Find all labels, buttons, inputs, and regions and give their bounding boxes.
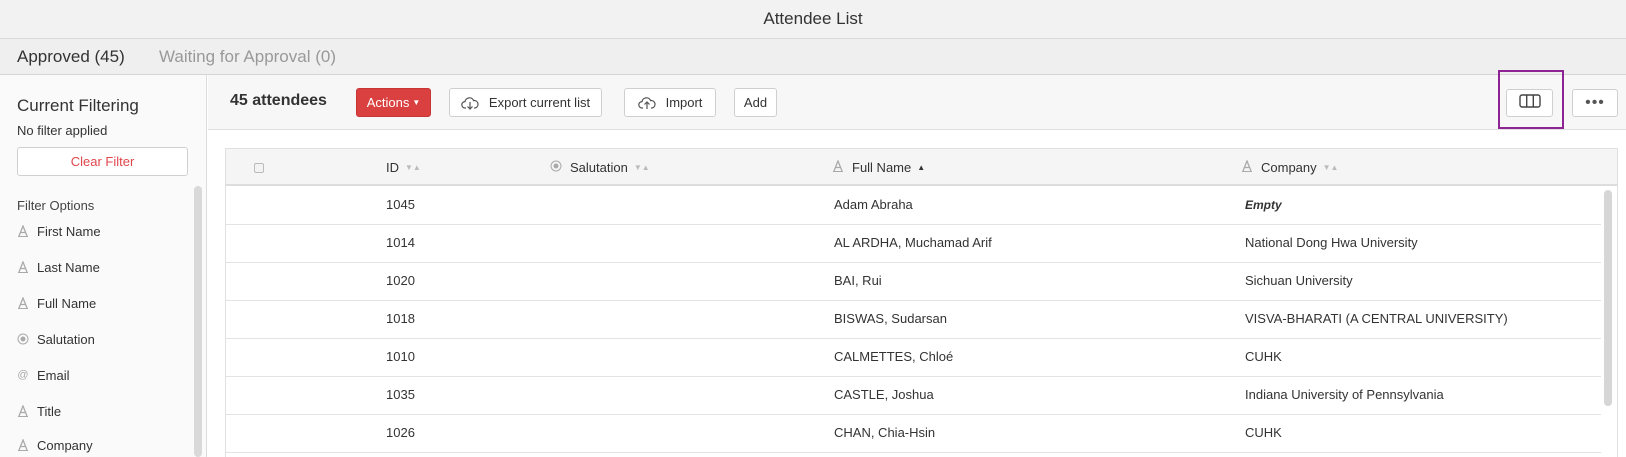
tab-bar: Approved (45) Waiting for Approval (0) [0, 39, 1626, 75]
cell-id: 1026 [386, 425, 415, 440]
table-row[interactable]: 1020 BAI, Rui Sichuan University [226, 263, 1601, 301]
attendee-count: 45 attendees [230, 92, 327, 109]
cell-company: National Dong Hwa University [1245, 235, 1418, 250]
import-button[interactable]: Import [624, 88, 716, 117]
filter-label: Last Name [37, 259, 100, 275]
table-header: ID ▼▲ Salutation ▼▲ Full Name ▲ Company … [226, 149, 1617, 186]
filter-title[interactable]: Title [17, 401, 61, 421]
text-icon [17, 297, 29, 309]
cell-full-name: CHAN, Chia-Hsin [834, 425, 936, 440]
cell-full-name: BAI, Rui [834, 273, 882, 288]
table-row[interactable]: 1045 Adam Abraha Empty [226, 187, 1601, 225]
title-bar: Attendee List [0, 0, 1626, 39]
at-icon: @ [17, 369, 29, 381]
text-icon [832, 159, 844, 175]
filter-label: Title [37, 403, 62, 419]
sort-icon: ▼▲ [1322, 163, 1339, 172]
list-toolbar: 45 attendees Actions ▼ Export current li… [208, 70, 1626, 130]
attendee-table: ID ▼▲ Salutation ▼▲ Full Name ▲ Company … [225, 148, 1618, 457]
filter-label: First Name [37, 223, 101, 239]
column-header-full-name[interactable]: Full Name ▲ [832, 149, 925, 186]
columns-button[interactable] [1506, 89, 1553, 117]
columns-icon [1518, 93, 1541, 113]
actions-button[interactable]: Actions ▼ [356, 88, 431, 117]
cloud-upload-icon [637, 96, 656, 110]
column-label: Salutation [570, 160, 628, 175]
cell-id: 1035 [386, 387, 415, 402]
cell-full-name: CASTLE, Joshua [834, 387, 934, 402]
text-icon [1241, 159, 1253, 175]
checkbox-icon [254, 162, 264, 173]
cell-id: 1045 [386, 197, 415, 212]
cell-id: 1020 [386, 273, 415, 288]
cell-company: CUHK [1245, 349, 1282, 364]
table-row[interactable]: 1010 CALMETTES, Chloé CUHK [226, 339, 1601, 377]
sort-ascending-icon: ▲ [917, 163, 926, 172]
cell-full-name: BISWAS, Sudarsan [834, 311, 947, 326]
caret-down-icon: ▼ [412, 98, 421, 107]
column-header-salutation[interactable]: Salutation ▼▲ [550, 149, 650, 186]
filter-label: Salutation [37, 331, 95, 347]
filter-sidebar: Current Filtering No filter applied Clea… [0, 75, 207, 457]
sort-icon: ▼▲ [405, 163, 421, 172]
text-icon [17, 225, 29, 237]
column-label: Company [1261, 160, 1317, 175]
text-icon [17, 439, 29, 451]
filter-company[interactable]: Company [17, 435, 93, 455]
export-current-list-button[interactable]: Export current list [449, 88, 602, 117]
tab-waiting-for-approval[interactable]: Waiting for Approval (0) [159, 39, 336, 75]
filter-last-name[interactable]: Last Name [17, 257, 100, 277]
filter-label: Email [37, 367, 70, 383]
table-scrollbar[interactable] [1603, 188, 1613, 457]
cell-company: Sichuan University [1245, 273, 1353, 288]
table-scrollbar-thumb[interactable] [1604, 190, 1612, 406]
cell-company-empty: Empty [1245, 198, 1282, 212]
column-label: ID [386, 160, 399, 175]
filter-status: No filter applied [17, 123, 108, 138]
window-title: Attendee List [763, 9, 863, 28]
column-label: Full Name [852, 160, 912, 175]
export-label: Export current list [488, 95, 591, 110]
clear-filter-button[interactable]: Clear Filter [17, 147, 188, 176]
text-icon [17, 261, 29, 273]
cell-full-name: AL ARDHA, Muchamad Arif [834, 235, 992, 250]
cell-full-name: CALMETTES, Chloé [834, 349, 954, 364]
table-row[interactable]: 1014 AL ARDHA, Muchamad Arif National Do… [226, 225, 1601, 263]
cell-company: VISVA-BHARATI (A CENTRAL UNIVERSITY) [1245, 311, 1508, 326]
current-filtering-heading: Current Filtering [17, 96, 139, 115]
table-row[interactable]: 1035 CASTLE, Joshua Indiana University o… [226, 377, 1601, 415]
text-icon [17, 405, 29, 417]
tab-approved[interactable]: Approved (45) [17, 39, 125, 75]
column-header-company[interactable]: Company ▼▲ [1241, 149, 1338, 186]
cell-id: 1010 [386, 349, 415, 364]
filter-first-name[interactable]: First Name [17, 221, 101, 241]
filter-email[interactable]: @ Email [17, 365, 70, 385]
cloud-download-icon [461, 96, 479, 110]
import-label: Import [665, 95, 703, 110]
filter-label: Full Name [37, 295, 97, 311]
column-header-id[interactable]: ID ▼▲ [386, 149, 421, 186]
actions-label: Actions [366, 95, 410, 110]
table-row[interactable]: 1026 CHAN, Chia-Hsin CUHK [226, 415, 1601, 453]
cell-full-name: Adam Abraha [834, 197, 913, 212]
sort-icon: ▼▲ [633, 163, 650, 172]
filter-options-heading: Filter Options [17, 198, 95, 213]
filter-full-name[interactable]: Full Name [17, 293, 96, 313]
ellipsis-icon: ••• [1585, 94, 1605, 111]
table-row[interactable]: 1018 BISWAS, Sudarsan VISVA-BHARATI (A C… [226, 301, 1601, 339]
sidebar-scrollbar[interactable] [194, 186, 202, 457]
add-button[interactable]: Add [734, 88, 777, 117]
cell-company: Indiana University of Pennsylvania [1245, 387, 1444, 402]
cell-id: 1018 [386, 311, 415, 326]
cell-id: 1014 [386, 235, 415, 250]
radio-icon [550, 160, 562, 175]
cell-company: CUHK [1245, 425, 1282, 440]
filter-salutation[interactable]: Salutation [17, 329, 95, 349]
filter-label: Company [37, 437, 93, 453]
select-all-checkbox[interactable] [254, 149, 264, 186]
more-options-button[interactable]: ••• [1572, 89, 1618, 117]
radio-icon [17, 333, 29, 345]
